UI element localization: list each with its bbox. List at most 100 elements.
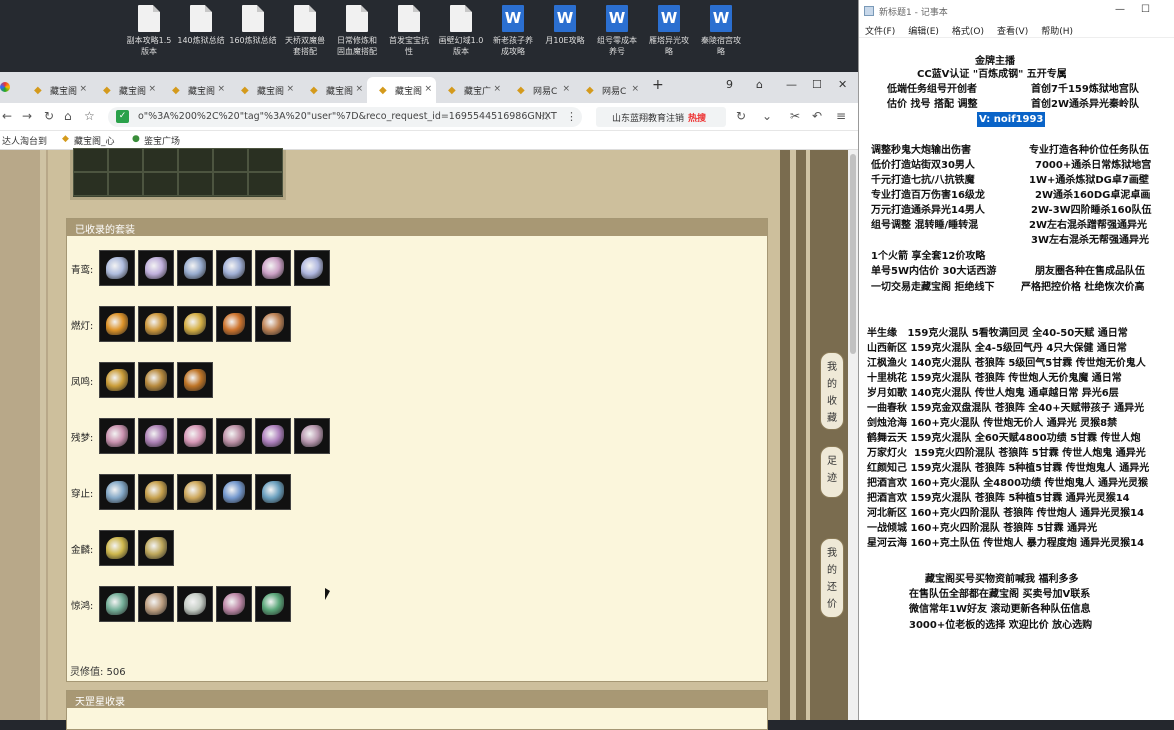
inventory-slot[interactable] <box>248 172 283 196</box>
equipment-item-icon[interactable] <box>177 362 213 398</box>
equipment-item-icon[interactable] <box>177 250 213 286</box>
equipment-item-icon[interactable] <box>294 250 330 286</box>
tab-close-icon[interactable]: × <box>562 84 570 94</box>
inventory-slot[interactable] <box>73 148 108 172</box>
scrollbar-thumb[interactable] <box>850 154 856 354</box>
equipment-item-icon[interactable] <box>138 530 174 566</box>
desktop-file-icon[interactable]: 160炼狱总结 <box>226 5 280 46</box>
tab-count-badge[interactable]: 9 <box>726 78 733 91</box>
tab-close-icon[interactable]: × <box>631 84 639 94</box>
home-icon[interactable]: ⌂ <box>64 109 72 123</box>
desktop-file-icon[interactable]: 日常修炼和 固血魔搭配 <box>330 5 384 57</box>
desktop-file-icon[interactable]: 140炼狱总结 <box>174 5 228 46</box>
browser-tab[interactable]: ◆ 网易C × <box>574 77 643 103</box>
desktop-file-icon[interactable]: W 组号零成本 养号 <box>590 5 644 57</box>
equipment-item-icon[interactable] <box>177 586 213 622</box>
back-icon[interactable]: ← <box>2 109 12 123</box>
undo-icon[interactable]: ↶ <box>812 109 822 123</box>
equipment-item-icon[interactable] <box>99 530 135 566</box>
inventory-slot[interactable] <box>178 148 213 172</box>
notepad-text-area[interactable]: 金牌主播 CC蓝V认证 "百炼成钢" 五开专属 低端任务组号开创者 首创7千159炼狱… <box>859 38 1174 720</box>
menu-item[interactable]: 编辑(E) <box>908 27 939 37</box>
inventory-slot[interactable] <box>108 172 143 196</box>
inventory-slot[interactable] <box>108 148 143 172</box>
new-tab-icon[interactable]: + <box>652 77 664 93</box>
inventory-slot[interactable] <box>213 148 248 172</box>
minimize-icon[interactable]: — <box>1115 4 1125 15</box>
menu-icon[interactable]: ≡ <box>836 109 846 123</box>
forward-icon[interactable]: → <box>22 109 32 123</box>
footprint-button[interactable]: 足 迹 <box>820 446 844 498</box>
equipment-item-icon[interactable] <box>138 250 174 286</box>
equipment-item-icon[interactable] <box>138 474 174 510</box>
menu-item[interactable]: 查看(V) <box>997 27 1028 37</box>
close-icon[interactable]: ✕ <box>838 78 847 91</box>
scrollbar[interactable] <box>848 150 858 720</box>
inventory-slot[interactable] <box>73 172 108 196</box>
maximize-icon[interactable]: ☐ <box>812 78 822 91</box>
equipment-item-icon[interactable] <box>255 250 291 286</box>
scissors-icon[interactable]: ✂ <box>790 109 800 123</box>
tab-close-icon[interactable]: × <box>286 84 294 94</box>
equipment-item-icon[interactable] <box>294 418 330 454</box>
desktop-file-icon[interactable]: 首发宝宝抗 性 <box>382 5 436 57</box>
equipment-item-icon[interactable] <box>255 306 291 342</box>
menu-item[interactable]: 帮助(H) <box>1041 27 1073 37</box>
equipment-item-icon[interactable] <box>216 474 252 510</box>
search-field[interactable]: 山东蓝翔教育注销 热搜 <box>596 107 726 127</box>
bookmark-item[interactable]: 藏宝阁_心 <box>74 134 115 147</box>
inventory-slot[interactable] <box>213 172 248 196</box>
equipment-item-icon[interactable] <box>99 474 135 510</box>
favorite-star-icon[interactable]: ☆ <box>540 110 550 123</box>
bookmark-star-icon[interactable]: ☆ <box>84 109 95 123</box>
equipment-item-icon[interactable] <box>255 418 291 454</box>
equipment-item-icon[interactable] <box>138 306 174 342</box>
equipment-item-icon[interactable] <box>216 418 252 454</box>
desktop-file-icon[interactable]: W 新老孩子养 成攻略 <box>486 5 540 57</box>
tab-close-icon[interactable]: × <box>217 84 225 94</box>
desktop-file-icon[interactable]: W 月10E攻略 <box>538 5 592 46</box>
bookmark-item[interactable]: 鉴宝广场 <box>144 134 180 147</box>
maximize-icon[interactable]: ☐ <box>1141 4 1150 15</box>
browser-tab[interactable]: ◆ 藏宝广 × <box>436 77 505 103</box>
equipment-item-icon[interactable] <box>216 306 252 342</box>
inventory-slot[interactable] <box>143 172 178 196</box>
desktop-file-icon[interactable]: W 雁塔异光攻 略 <box>642 5 696 57</box>
equipment-item-icon[interactable] <box>216 586 252 622</box>
desktop-file-icon[interactable]: 画壁幻域1.0 版本 <box>434 5 488 57</box>
tab-close-icon[interactable]: × <box>355 84 363 94</box>
minimize-icon[interactable]: — <box>786 78 797 91</box>
equipment-item-icon[interactable] <box>138 362 174 398</box>
bookmark-item[interactable]: 达人淘台到 <box>2 134 47 147</box>
equipment-item-icon[interactable] <box>177 306 213 342</box>
menu-item[interactable]: 格式(O) <box>952 27 984 37</box>
desktop-file-icon[interactable]: 天桥双魔兽 套搭配 <box>278 5 332 57</box>
url-field[interactable]: ✓ o"%3A%200%2C%20"tag"%3A%20"user"%7D&re… <box>108 107 582 127</box>
browser-tab[interactable]: ◆ 藏宝阁 × <box>160 77 229 103</box>
equipment-item-icon[interactable] <box>177 474 213 510</box>
menu-item[interactable]: 文件(F) <box>865 27 895 37</box>
browser-tab[interactable]: ◆ 藏宝阁 × <box>298 77 367 103</box>
equipment-item-icon[interactable] <box>99 418 135 454</box>
desktop-file-icon[interactable]: 副本攻略1.5 版本 <box>122 5 176 57</box>
desktop-file-icon[interactable]: W 秦陵宿宫攻 略 <box>694 5 748 57</box>
equipment-item-icon[interactable] <box>99 250 135 286</box>
equipment-item-icon[interactable] <box>99 362 135 398</box>
tab-close-icon[interactable]: × <box>424 84 432 94</box>
inventory-slot[interactable] <box>178 172 213 196</box>
equipment-item-icon[interactable] <box>255 474 291 510</box>
inventory-slot[interactable] <box>143 148 178 172</box>
more-icon[interactable]: ⋮ <box>566 110 577 123</box>
pin-icon[interactable]: ⌂ <box>756 78 763 91</box>
browser-tab[interactable]: ◆ 藏宝阁 × <box>367 77 436 103</box>
browser-tab[interactable]: ◆ 藏宝阁 × <box>22 77 91 103</box>
equipment-item-icon[interactable] <box>177 418 213 454</box>
browser-tab[interactable]: ◆ 藏宝阁 × <box>229 77 298 103</box>
equipment-item-icon[interactable] <box>138 586 174 622</box>
browser-tab[interactable]: ◆ 网易C × <box>505 77 574 103</box>
equipment-item-icon[interactable] <box>99 586 135 622</box>
inventory-slot[interactable] <box>248 148 283 172</box>
tab-close-icon[interactable]: × <box>148 84 156 94</box>
tab-close-icon[interactable]: × <box>493 84 501 94</box>
refresh-icon[interactable]: ↻ <box>736 109 746 123</box>
